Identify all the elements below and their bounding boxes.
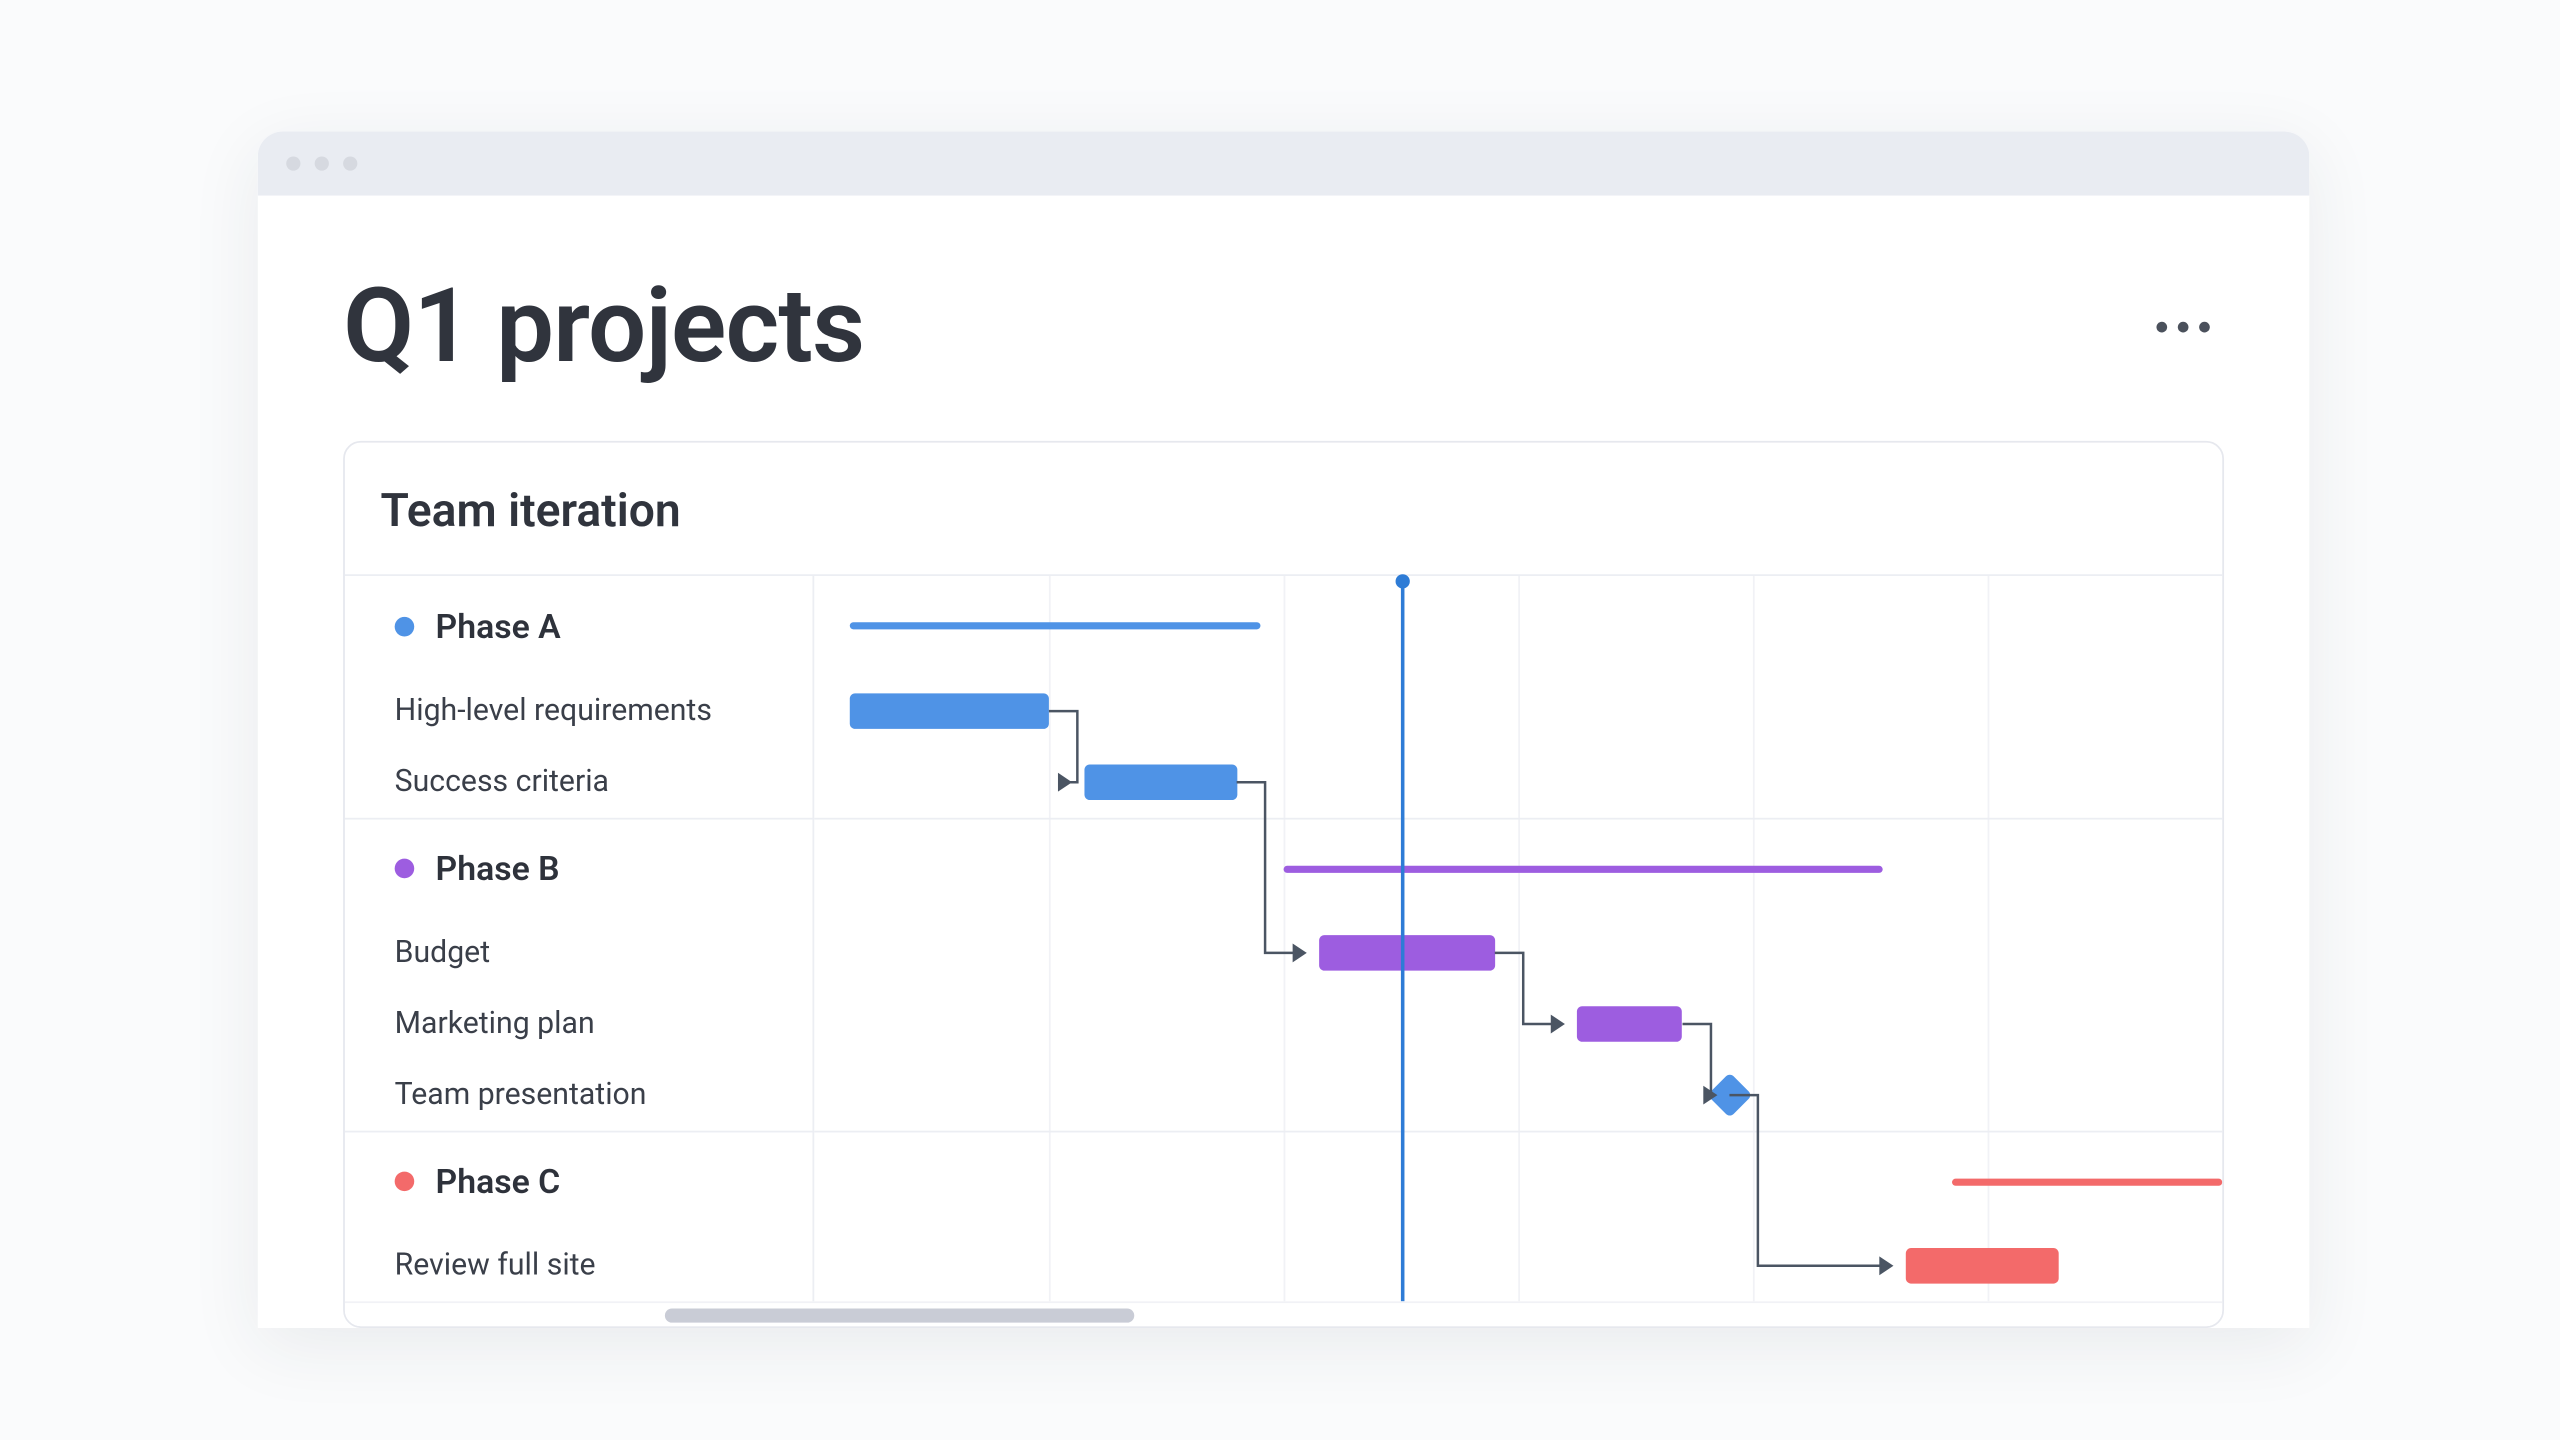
gantt-task-bar[interactable] <box>1577 1006 1683 1042</box>
gantt-horizontal-scrollbar[interactable] <box>345 1301 2222 1326</box>
gantt-card: Team iteration Phase A High-level requir… <box>343 441 2224 1328</box>
window-maximize-icon[interactable] <box>343 156 357 170</box>
gantt-task-label[interactable]: High-level requirements <box>345 676 813 747</box>
window-titlebar <box>258 132 2310 196</box>
gantt-task-bar[interactable] <box>1319 935 1495 971</box>
gantt-task-label[interactable]: Marketing plan <box>345 988 813 1059</box>
phase-color-icon <box>395 859 415 879</box>
page-title: Q1 projects <box>343 267 864 388</box>
gantt-task-label[interactable]: Success criteria <box>345 747 813 818</box>
gantt-row-labels: Phase A High-level requirements Success … <box>345 576 814 1301</box>
gantt-task-bar[interactable] <box>1084 764 1237 800</box>
gantt-group-span[interactable] <box>849 622 1260 629</box>
gantt-milestone[interactable] <box>1707 1072 1752 1117</box>
gantt-group-header[interactable]: Phase B <box>345 818 813 918</box>
gantt-task-label[interactable]: Review full site <box>345 1230 813 1301</box>
gantt-group-header[interactable]: Phase A <box>345 576 813 676</box>
phase-color-icon <box>395 1172 415 1192</box>
gantt-group-span[interactable] <box>1284 866 1882 873</box>
window-minimize-icon[interactable] <box>315 156 329 170</box>
gantt-group-name: Phase A <box>436 605 561 646</box>
app-window: Q1 projects Team iteration Phase A High-… <box>258 132 2310 1328</box>
gantt-task-bar[interactable] <box>1905 1248 2058 1284</box>
card-title: Team iteration <box>345 443 2222 575</box>
gantt-now-line <box>1401 576 1405 1301</box>
dots-icon <box>2156 322 2167 333</box>
window-close-icon[interactable] <box>286 156 300 170</box>
gantt-chart: Phase A High-level requirements Success … <box>345 574 2222 1301</box>
gantt-group-header[interactable]: Phase C <box>345 1131 813 1231</box>
more-options-button[interactable] <box>2142 308 2224 347</box>
gantt-task-label[interactable]: Budget <box>345 917 813 988</box>
page-header: Q1 projects <box>258 196 2310 441</box>
gantt-timeline[interactable] <box>814 576 2222 1301</box>
scrollbar-thumb[interactable] <box>664 1308 1133 1322</box>
phase-color-icon <box>395 616 415 636</box>
gantt-group-span[interactable] <box>1952 1179 2222 1186</box>
dots-icon <box>2178 322 2189 333</box>
dots-icon <box>2199 322 2210 333</box>
gantt-group-name: Phase B <box>436 848 560 889</box>
gantt-task-bar[interactable] <box>849 693 1048 729</box>
gantt-group-name: Phase C <box>436 1161 561 1202</box>
gantt-task-label[interactable]: Team presentation <box>345 1060 813 1131</box>
